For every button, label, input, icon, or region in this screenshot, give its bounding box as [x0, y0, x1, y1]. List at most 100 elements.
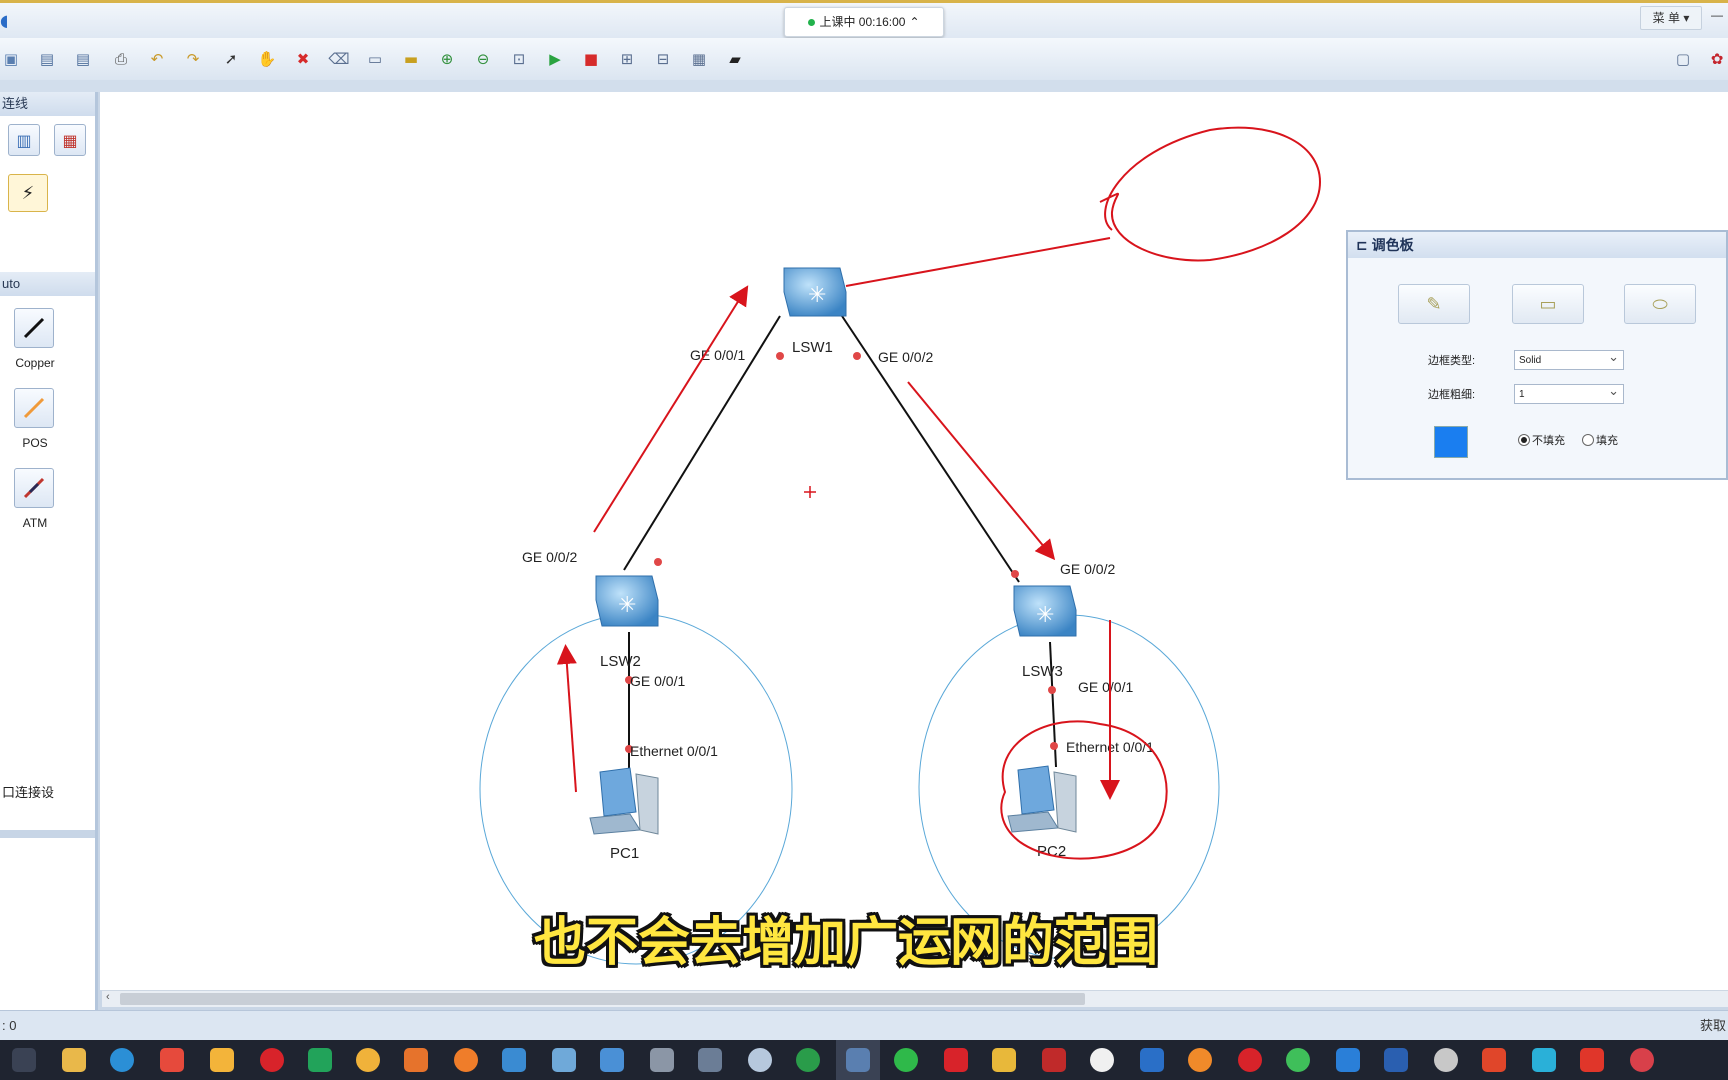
app-icon-11[interactable] [796, 1048, 820, 1072]
pos-cable-icon[interactable] [14, 388, 54, 428]
app-icon-21[interactable] [1580, 1048, 1604, 1072]
app-icon-10[interactable] [748, 1048, 772, 1072]
svg-text:✳: ✳ [808, 282, 826, 307]
sidebar-header-auto: uto [0, 272, 95, 296]
status-bar: : 0 获取 [0, 1010, 1728, 1041]
file-explorer-icon[interactable] [62, 1048, 86, 1072]
stop-device-icon[interactable]: ■ [580, 48, 602, 70]
menu-button[interactable]: 菜 单 ▾ [1640, 6, 1702, 30]
zoom-in-icon[interactable]: ⊕ [436, 48, 458, 70]
app-icon-18[interactable] [1384, 1048, 1408, 1072]
port-label-lsw2-ge1: GE 0/0/1 [630, 673, 685, 689]
scrollbar-thumb[interactable] [120, 993, 1085, 1005]
minimize-button[interactable]: — [1706, 6, 1728, 28]
border-width-label: 边框粗细: [1428, 389, 1476, 401]
app-icon-5[interactable] [502, 1048, 526, 1072]
app-icon-12[interactable] [944, 1048, 968, 1072]
powerpoint-icon[interactable] [1482, 1048, 1506, 1072]
print-icon[interactable]: ⎙ [110, 48, 132, 70]
wechat-icon[interactable] [894, 1048, 918, 1072]
rectangle-tool-button[interactable]: ▭ [1512, 284, 1584, 324]
atm-cable-icon[interactable] [14, 468, 54, 508]
new-topology-icon[interactable]: ▣ [0, 48, 22, 70]
port-dot-lsw3-ge2 [1011, 570, 1019, 578]
feishu-icon[interactable] [1336, 1048, 1360, 1072]
chat-icon[interactable]: ▢ [1672, 48, 1694, 70]
horizontal-scrollbar[interactable]: ‹ [102, 990, 1728, 1007]
netease-music-icon[interactable] [260, 1048, 284, 1072]
redo-icon[interactable]: ↷ [182, 48, 204, 70]
port-dot-pc2-eth [1050, 742, 1058, 750]
chevron-up-icon[interactable]: ⌃ [909, 8, 919, 36]
switch-icon-lsw3[interactable]: ✳ [1013, 585, 1077, 637]
palette-icon[interactable]: ▬ [400, 48, 422, 70]
app-icon-15[interactable] [1090, 1048, 1114, 1072]
port-dot-lsw1-ge2 [853, 352, 861, 360]
edge-browser-icon[interactable] [110, 1048, 134, 1072]
app-icon-13[interactable] [992, 1048, 1016, 1072]
firewall-device-icon[interactable]: ▦ [54, 124, 86, 156]
grid-icon[interactable]: ▦ [688, 48, 710, 70]
huawei-logo-icon[interactable]: ✿ [1706, 48, 1728, 70]
app-icon-1[interactable] [160, 1048, 184, 1072]
recording-status-pill[interactable]: 上课中 00:16:00 ⌃ [784, 7, 944, 37]
app-icon-19[interactable] [1434, 1048, 1458, 1072]
palette-title-bar[interactable]: ⊏ 调色板 [1348, 232, 1726, 258]
palette-title: 调色板 [1371, 237, 1414, 253]
task-view-icon[interactable] [12, 1048, 36, 1072]
auto-link-icon[interactable]: ⚡ [8, 174, 48, 212]
select-pointer-icon[interactable]: ➚ [220, 48, 242, 70]
copper-cable-icon[interactable] [14, 308, 54, 348]
app-icon-20[interactable] [1532, 1048, 1556, 1072]
app-icon-4[interactable] [404, 1048, 428, 1072]
app-icon-14[interactable] [1042, 1048, 1066, 1072]
pen-tool-button[interactable]: ✎ [1398, 284, 1470, 324]
topology-canvas[interactable]: ✳ ✳ ✳ LSW1 LSW2 LSW3 PC1 PC2 GE 0/0/1 GE [100, 92, 1728, 990]
fill-label: 填充 [1596, 435, 1618, 447]
zoom-out-icon[interactable]: ⊖ [472, 48, 494, 70]
app-icon-16[interactable] [1188, 1048, 1212, 1072]
ellipse-icon: ⬭ [1652, 293, 1668, 315]
scroll-left-icon[interactable]: ‹ [106, 991, 110, 1003]
pc-icon-pc1[interactable] [589, 767, 659, 835]
delete-link-icon[interactable]: ⌫ [328, 48, 350, 70]
text-annotation-icon[interactable]: ▭ [364, 48, 386, 70]
copper-cable-label: Copper [15, 356, 55, 370]
cli-icon[interactable]: ▰ [724, 48, 746, 70]
save-as-icon[interactable]: ▤ [72, 48, 94, 70]
port-dot-lsw1-ge1 [776, 352, 784, 360]
steam-icon[interactable] [1140, 1048, 1164, 1072]
switch-icon-lsw1[interactable]: ✳ [783, 267, 847, 317]
fill-color-swatch[interactable] [1434, 426, 1468, 458]
app-icon-2[interactable] [210, 1048, 234, 1072]
app-icon-7[interactable] [600, 1048, 624, 1072]
wireless-device-icon[interactable]: ▥ [8, 124, 40, 156]
record-icon[interactable] [1238, 1048, 1262, 1072]
undo-icon[interactable]: ↶ [146, 48, 168, 70]
topology-icon[interactable]: ⊟ [652, 48, 674, 70]
firefox-icon[interactable] [454, 1048, 478, 1072]
save-icon[interactable]: ▤ [36, 48, 58, 70]
app-icon-22[interactable] [1630, 1048, 1654, 1072]
switch-icon-lsw2[interactable]: ✳ [595, 575, 659, 627]
annotation-arrow-pc1-up [556, 644, 577, 793]
fit-view-icon[interactable]: ⊡ [508, 48, 530, 70]
capture-icon[interactable]: ⊞ [616, 48, 638, 70]
app-icon-6[interactable] [552, 1048, 576, 1072]
border-width-select[interactable]: 1 [1514, 381, 1624, 404]
ensp-app-icon[interactable] [846, 1048, 870, 1072]
app-icon-8[interactable] [650, 1048, 674, 1072]
hand-pan-icon[interactable]: ✋ [256, 48, 278, 70]
pc-icon-pc2[interactable] [1007, 765, 1077, 833]
app-icon-17[interactable] [1286, 1048, 1310, 1072]
app-icon-3[interactable] [356, 1048, 380, 1072]
border-type-select[interactable]: Solid [1514, 347, 1624, 370]
start-device-icon[interactable]: ▶ [544, 48, 566, 70]
app-icon-9[interactable] [698, 1048, 722, 1072]
ellipse-tool-button[interactable]: ⬭ [1624, 284, 1696, 324]
delete-icon[interactable]: ✖ [292, 48, 314, 70]
play-store-icon[interactable] [308, 1048, 332, 1072]
no-fill-radio[interactable]: 不填充 [1518, 432, 1565, 448]
topology-svg: ✳ ✳ ✳ LSW1 LSW2 LSW3 PC1 PC2 GE 0/0/1 GE [479, 126, 1322, 965]
fill-radio[interactable]: 填充 [1582, 432, 1618, 448]
